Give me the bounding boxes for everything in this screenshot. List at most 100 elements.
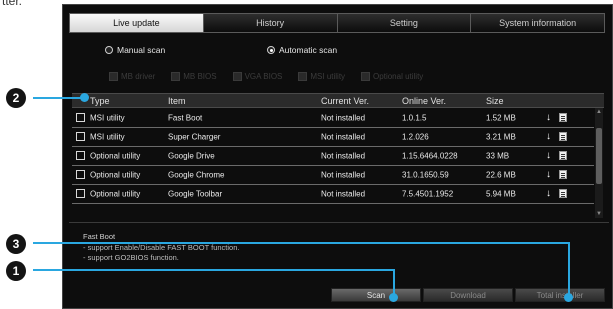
category-filters: MB driver MB BIOS VGA BIOS MSI utility O… [109, 72, 423, 81]
scroll-up-icon[interactable]: ▲ [595, 108, 603, 116]
table-row[interactable]: Optional utility Google Drive Not instal… [72, 147, 594, 166]
automatic-scan-option[interactable]: Automatic scan [267, 45, 337, 55]
callout-3-marker: 3 [6, 234, 26, 254]
filter-vga-bios: VGA BIOS [232, 72, 283, 81]
row-current-version: Not installed [321, 151, 366, 161]
download-icon[interactable]: ↓ [546, 131, 551, 142]
table-row[interactable]: Optional utility Google Toolbar Not inst… [72, 185, 594, 204]
list-scrollbar[interactable]: ▲ ▼ [595, 108, 603, 218]
filter-msi-utility: MSI utility [298, 72, 345, 81]
callout-2-marker: 2 [6, 88, 26, 108]
row-item: Google Drive [168, 151, 215, 161]
row-item: Super Charger [168, 132, 221, 142]
scan-button[interactable]: Scan [331, 288, 421, 302]
column-item[interactable]: Item [168, 96, 186, 106]
total-installer-button[interactable]: Total installer [515, 288, 605, 302]
filter-mb-bios: MB BIOS [171, 72, 217, 81]
callout-1-line [33, 269, 395, 271]
filter-optional-utility: Optional utility [361, 72, 423, 81]
callout-2-endpoint [80, 93, 89, 102]
row-online-version: 1.0.1.5 [402, 113, 427, 123]
tab-system-information[interactable]: System information [471, 13, 605, 33]
callout-3-line [568, 242, 570, 297]
row-type: Optional utility [90, 151, 141, 161]
row-size: 1.52 MB [486, 113, 516, 123]
info-icon[interactable] [559, 132, 567, 141]
cropped-text-fragment: tter. [2, 0, 23, 8]
column-online-version[interactable]: Online Ver. [402, 96, 446, 106]
manual-scan-option[interactable]: Manual scan [105, 45, 165, 55]
row-checkbox[interactable] [76, 151, 85, 160]
tab-bar: Live update History Setting System infor… [69, 13, 605, 33]
row-type: MSI utility [90, 132, 125, 142]
tab-history[interactable]: History [203, 13, 338, 33]
callout-3-endpoint [564, 293, 573, 302]
download-icon[interactable]: ↓ [546, 150, 551, 161]
tab-setting[interactable]: Setting [337, 13, 472, 33]
download-icon[interactable]: ↓ [546, 188, 551, 199]
row-online-version: 1.2.026 [402, 132, 429, 142]
filter-label: MB BIOS [183, 72, 217, 81]
download-icon[interactable]: ↓ [546, 169, 551, 180]
row-checkbox[interactable] [76, 170, 85, 179]
row-type: Optional utility [90, 170, 141, 180]
filter-checkbox [171, 72, 181, 81]
description-line: - support GO2BIOS function. [83, 253, 179, 262]
download-button[interactable]: Download [423, 288, 513, 302]
filter-checkbox [109, 72, 118, 81]
description-line: - support Enable/Disable FAST BOOT funct… [83, 243, 240, 252]
table-row[interactable]: Optional utility Google Chrome Not insta… [72, 166, 594, 185]
row-online-version: 7.5.4501.1952 [402, 189, 454, 199]
column-current-version[interactable]: Current Ver. [321, 96, 369, 106]
table-header: Type Item Current Ver. Online Ver. Size [72, 93, 604, 108]
filter-label: Optional utility [373, 72, 424, 81]
row-current-version: Not installed [321, 170, 366, 180]
info-icon[interactable] [559, 189, 567, 198]
row-size: 22.6 MB [486, 170, 516, 180]
row-type: MSI utility [90, 113, 125, 123]
row-checkbox[interactable] [76, 132, 85, 141]
callout-1-endpoint [389, 293, 398, 302]
scroll-down-icon[interactable]: ▼ [595, 210, 603, 218]
row-current-version: Not installed [321, 132, 366, 142]
filter-mb-driver: MB driver [109, 72, 155, 81]
automatic-scan-radio[interactable] [267, 46, 275, 54]
info-icon[interactable] [559, 113, 567, 122]
manual-scan-radio[interactable] [105, 46, 113, 54]
row-online-version: 1.15.6464.0228 [402, 151, 458, 161]
manual-scan-label: Manual scan [117, 45, 166, 55]
description-title: Fast Boot [83, 232, 116, 241]
table-row[interactable]: MSI utility Super Charger Not installed … [72, 128, 594, 147]
scroll-thumb[interactable] [596, 128, 602, 184]
callout-2-line [33, 97, 85, 99]
filter-checkbox [298, 72, 308, 81]
row-current-version: Not installed [321, 189, 366, 199]
row-size: 5.94 MB [486, 189, 516, 199]
info-icon[interactable] [559, 151, 567, 160]
info-icon[interactable] [559, 170, 567, 179]
row-item: Google Chrome [168, 170, 225, 180]
filter-label: MSI utility [310, 72, 346, 81]
row-size: 3.21 MB [486, 132, 516, 142]
filter-label: MB driver [121, 72, 156, 81]
tab-live-update[interactable]: Live update [69, 13, 204, 33]
row-current-version: Not installed [321, 113, 366, 123]
update-list: MSI utility Fast Boot Not installed 1.0.… [72, 109, 594, 204]
row-size: 33 MB [486, 151, 510, 161]
column-size[interactable]: Size [486, 96, 504, 106]
table-row[interactable]: MSI utility Fast Boot Not installed 1.0.… [72, 109, 594, 128]
filter-checkbox [232, 72, 242, 81]
callout-1-marker: 1 [6, 261, 26, 281]
row-online-version: 31.0.1650.59 [402, 170, 449, 180]
row-item: Fast Boot [168, 113, 203, 123]
row-checkbox[interactable] [76, 113, 85, 122]
callout-3-line [33, 242, 570, 244]
row-type: Optional utility [90, 189, 141, 199]
automatic-scan-label: Automatic scan [279, 45, 338, 55]
row-checkbox[interactable] [76, 189, 85, 198]
filter-label: VGA BIOS [244, 72, 283, 81]
column-type[interactable]: Type [90, 96, 110, 106]
live-update-window: Live update History Setting System infor… [62, 4, 613, 309]
filter-checkbox [361, 72, 371, 81]
download-icon[interactable]: ↓ [546, 112, 551, 123]
